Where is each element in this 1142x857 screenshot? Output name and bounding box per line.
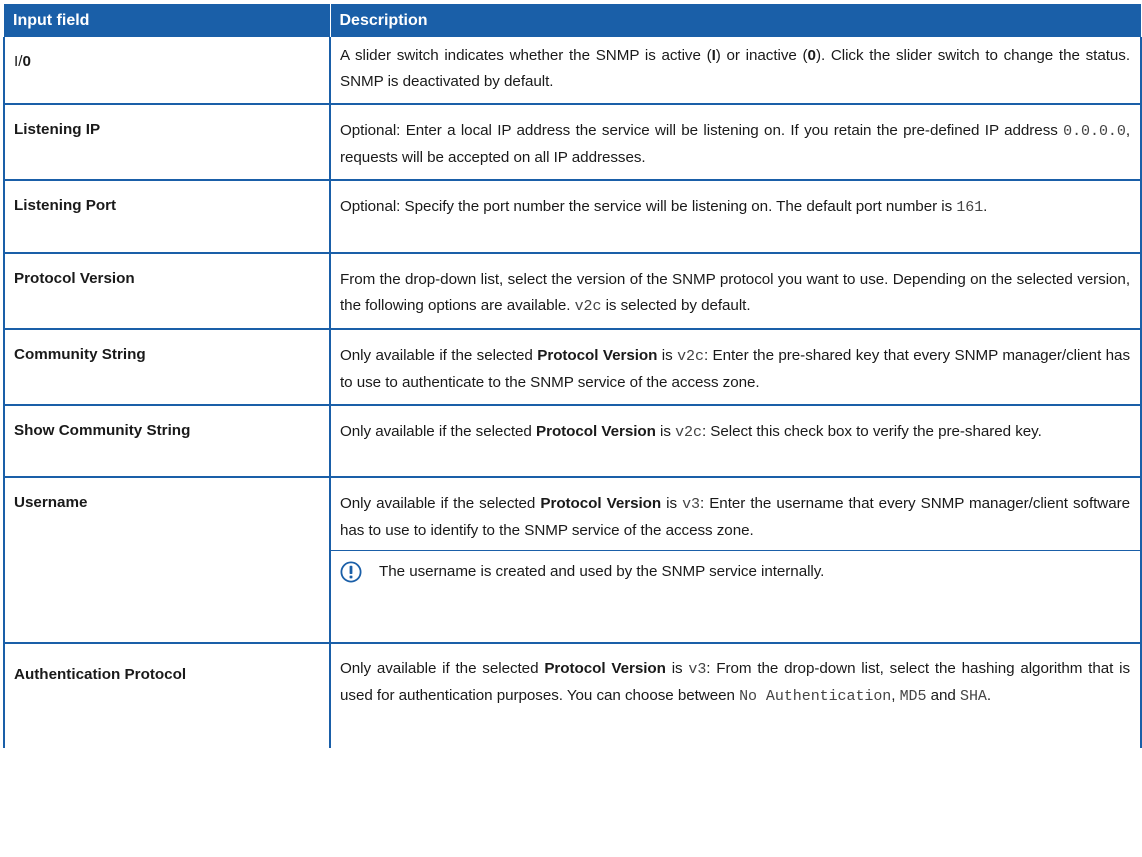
description-text: Only available if the selected: [340, 423, 536, 440]
description-emphasis: Protocol Version: [540, 495, 662, 512]
description-cell: Optional: Specify the port number the se…: [329, 180, 1142, 254]
field-name-cell: Community String: [3, 329, 330, 406]
description-cell: A slider switch indicates whether the SN…: [329, 37, 1142, 105]
field-name-cell: Authentication Protocol: [3, 643, 330, 748]
description-code: v3: [682, 496, 701, 513]
description-code: 161: [956, 199, 984, 216]
description-emphasis: Protocol Version: [537, 347, 658, 364]
description-text-block: Only available if the selected Protocol …: [340, 491, 1130, 544]
description-code: SHA: [960, 688, 987, 705]
table-row: Listening Port Optional: Specify the por…: [3, 180, 1142, 254]
description-text: is selected by default.: [601, 297, 751, 314]
info-note: The username is created and used by the …: [340, 551, 1130, 593]
table-row: I/0 A slider switch indicates whether th…: [3, 37, 1142, 105]
field-name-cell: Listening Port: [3, 180, 330, 254]
field-name-cell: Show Community String: [3, 405, 330, 478]
description-text: Only available if the selected: [340, 347, 538, 364]
table-header-row: Input field Description: [4, 4, 1141, 37]
description-cell: Only available if the selected Protocol …: [329, 477, 1142, 644]
table-row: Community String Only available if the s…: [3, 329, 1142, 406]
column-header-description: Description: [329, 4, 1141, 37]
description-code: v2c: [574, 298, 602, 315]
description-text: is: [657, 347, 678, 364]
field-name-cell: Listening IP: [3, 104, 330, 181]
table-row: Listening IP Optional: Enter a local IP …: [3, 104, 1142, 181]
field-name-cell: I/0: [3, 37, 330, 105]
description-cell: Only available if the selected Protocol …: [329, 405, 1142, 478]
description-code: 0.0.0.0: [1063, 123, 1126, 140]
description-text: ) or inactive (: [715, 47, 808, 64]
column-header-input-field: Input field: [4, 4, 330, 37]
description-code: v3: [688, 661, 707, 678]
field-name-cell: Username: [3, 477, 330, 644]
description-text: Only available if the selected: [340, 495, 541, 512]
description-text: Optional: Enter a local IP address the s…: [340, 122, 1064, 139]
description-text: .: [983, 198, 988, 215]
description-text: : Select this check box to verify the pr…: [701, 423, 1042, 440]
description-cell: From the drop-down list, select the vers…: [329, 253, 1142, 330]
description-text: Optional: Specify the port number the se…: [340, 198, 957, 215]
description-text: is: [661, 495, 683, 512]
description-cell: Only available if the selected Protocol …: [329, 329, 1142, 406]
description-code: v2c: [677, 348, 704, 365]
description-text: ,: [891, 687, 900, 704]
table-row: Protocol Version From the drop-down list…: [3, 253, 1142, 330]
description-emphasis: Protocol Version: [536, 423, 656, 440]
description-emphasis: Protocol Version: [544, 660, 666, 677]
field-name-cell: Protocol Version: [3, 253, 330, 330]
description-text: .: [986, 687, 992, 704]
table-row: Show Community String Only available if …: [3, 405, 1142, 478]
field-name-part: 0: [22, 53, 31, 70]
description-emphasis: 0: [807, 47, 816, 64]
note-text: The username is created and used by the …: [379, 563, 825, 580]
exclamation-circle-icon: [340, 561, 362, 583]
table-row: Authentication Protocol Only available i…: [3, 643, 1142, 748]
description-code: v2c: [675, 424, 702, 441]
description-code: MD5: [899, 688, 927, 705]
description-cell: Optional: Enter a local IP address the s…: [329, 104, 1142, 181]
description-text: is: [665, 660, 689, 677]
description-code: No Authentication: [739, 688, 892, 705]
table-row: Username Only available if the selected …: [3, 477, 1142, 644]
input-field-table: Input field Description I/0 A slider swi…: [3, 4, 1142, 748]
description-text: and: [926, 687, 960, 704]
description-cell: Only available if the selected Protocol …: [329, 643, 1142, 748]
description-text: A slider switch indicates whether the SN…: [340, 47, 712, 64]
description-text: is: [655, 423, 676, 440]
description-text: Only available if the selected: [340, 660, 545, 677]
